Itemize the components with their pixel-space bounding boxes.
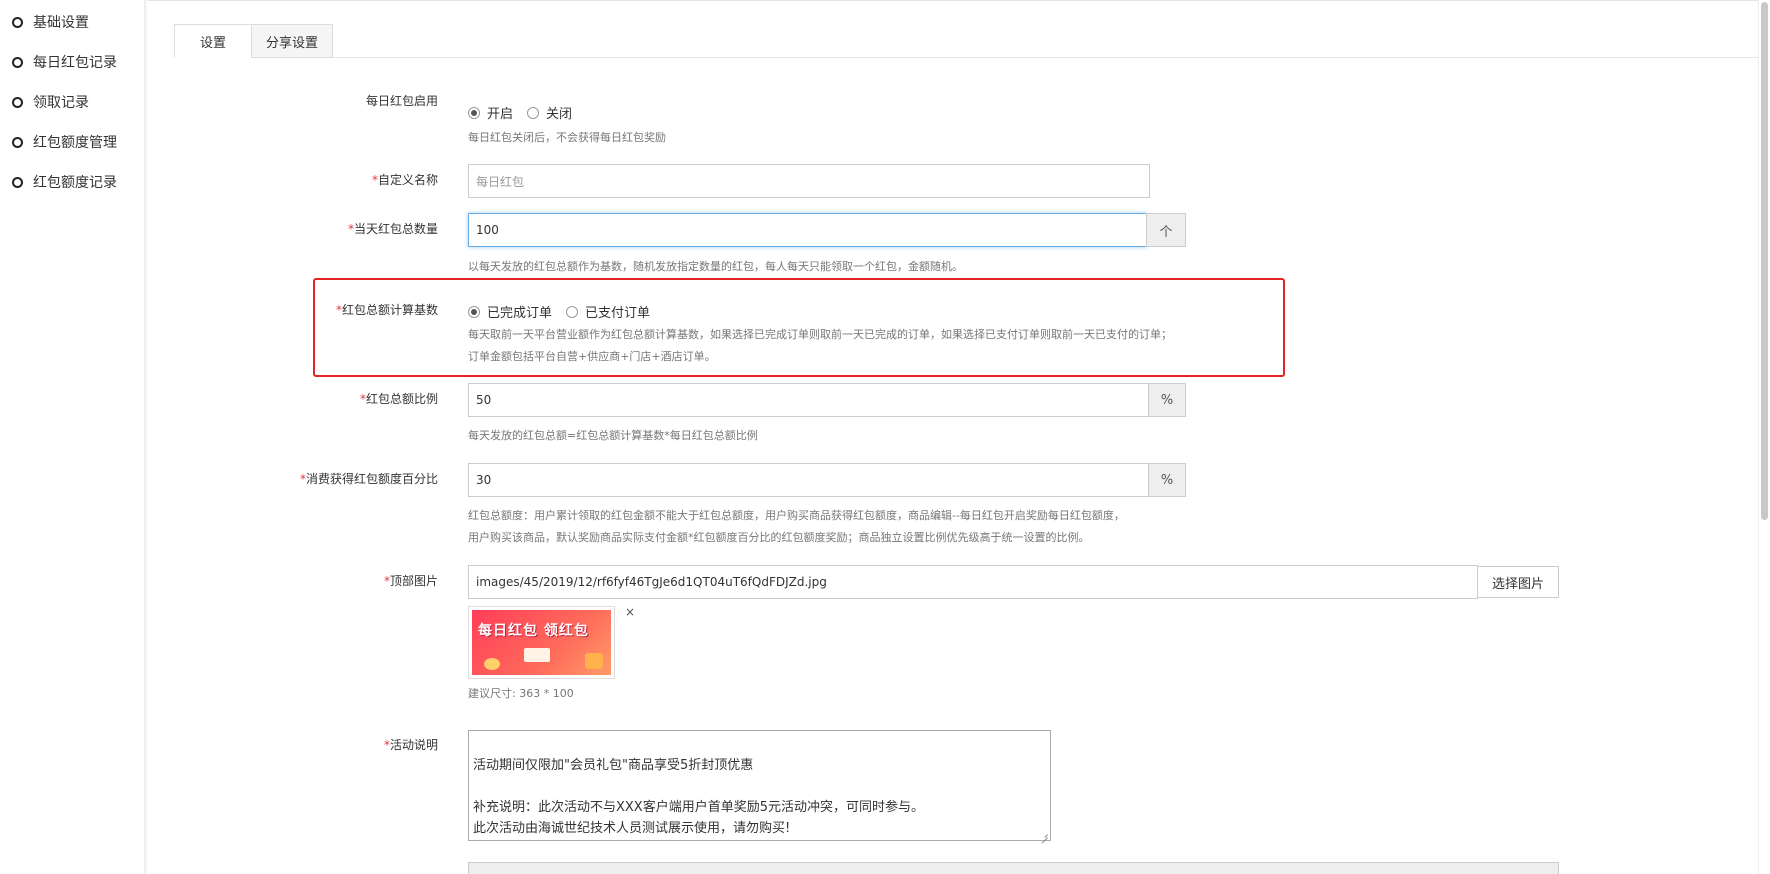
thumbnail-card-graphic: [524, 648, 550, 662]
description-text: 活动期间仅限加"会员礼包"商品享受5折封顶优惠 补充说明：此次活动不与XXX客户…: [473, 758, 924, 836]
circle-icon: [12, 136, 23, 148]
consume-percent-unit: %: [1148, 463, 1186, 497]
radio-disable[interactable]: [527, 106, 540, 119]
resize-grip-icon[interactable]: [1039, 829, 1049, 839]
calc-base-radio-group: 已完成订单 已支付订单: [468, 302, 664, 321]
total-count-input[interactable]: 100: [468, 213, 1147, 247]
daily-enable-label: 每日红包启用: [365, 94, 438, 108]
sidebar-item-quota-records[interactable]: 红包额度记录: [12, 171, 117, 193]
ratio-label: *红包总额比例: [359, 392, 438, 406]
thumbnail-gift-graphic: [585, 653, 603, 669]
consume-percent-label: *消费获得红包额度百分比: [299, 472, 438, 486]
consume-percent-hint-line1: 红包总额度：用户累计领取的红包金额不能大于红包总额度，用户购买商品获得红包额度，…: [468, 509, 1125, 522]
calc-base-hint-line1: 每天取前一天平台营业额作为红包总额计算基数，如果选择已完成订单则取前一天已完成的…: [468, 328, 1172, 341]
top-image-thumbnail[interactable]: 每日红包 领红包: [468, 606, 615, 679]
remove-image-close-icon[interactable]: ×: [625, 605, 635, 619]
sidebar-item-basic-settings[interactable]: 基础设置: [12, 11, 89, 33]
choose-image-button[interactable]: 选择图片: [1477, 566, 1559, 598]
scrollbar-thumb[interactable]: [1761, 2, 1768, 520]
circle-icon: [12, 56, 23, 68]
total-count-label: *当天红包总数量: [347, 222, 438, 236]
radio-completed-orders[interactable]: [468, 305, 480, 318]
circle-icon: [12, 96, 23, 108]
description-textarea[interactable]: 活动期间仅限加"会员礼包"商品享受5折封顶优惠 补充说明：此次活动不与XXX客户…: [468, 730, 1051, 841]
sidebar-item-claim-records[interactable]: 领取记录: [12, 91, 89, 113]
daily-enable-hint: 每日红包关闭后，不会获得每日红包奖励: [468, 131, 666, 144]
sidebar-item-quota-management[interactable]: 红包额度管理: [12, 131, 117, 153]
tab-share-settings[interactable]: 分享设置: [251, 24, 333, 58]
sidebar-item-label: 每日红包记录: [33, 55, 117, 71]
total-count-unit: 个: [1146, 213, 1186, 247]
top-image-label: *顶部图片: [383, 574, 438, 588]
ratio-input[interactable]: 50: [468, 383, 1149, 417]
sidebar-item-label: 基础设置: [33, 15, 89, 31]
ratio-unit: %: [1148, 383, 1186, 417]
consume-percent-hint-line2: 用户购买该商品，默认奖励商品实际支付金额*红包额度百分比的红包额度奖励；商品独立…: [468, 531, 1090, 544]
radio-paid-orders-label: 已支付订单: [585, 306, 651, 321]
radio-disable-label: 关闭: [546, 107, 573, 122]
ratio-hint: 每天发放的红包总额=红包总额计算基数*每日红包总额比例: [468, 429, 758, 442]
radio-completed-orders-label: 已完成订单: [487, 306, 553, 321]
sidebar: 基础设置 每日红包记录 领取记录 红包额度管理 红包额度记录: [0, 0, 145, 874]
radio-paid-orders[interactable]: [566, 305, 579, 318]
thumbnail-coin-graphic: [484, 658, 500, 670]
top-image-size-hint: 建议尺寸: 363 * 100: [468, 687, 574, 700]
thumbnail-image: 每日红包 领红包: [472, 610, 611, 675]
tab-bar: 设置 分享设置: [174, 24, 1759, 58]
next-row-partial: [468, 862, 1559, 874]
sidebar-item-daily-records[interactable]: 每日红包记录: [12, 51, 117, 73]
radio-enable[interactable]: [468, 106, 480, 119]
custom-name-label: *自定义名称: [371, 173, 438, 187]
sidebar-item-label: 领取记录: [33, 95, 89, 111]
radio-enable-label: 开启: [487, 107, 514, 122]
thumbnail-banner-text: 每日红包 领红包: [478, 623, 589, 639]
calc-base-label: *红包总额计算基数: [335, 303, 438, 317]
calc-base-hint-line2: 订单金额包括平台自营+供应商+门店+酒店订单。: [468, 350, 716, 363]
top-image-path-input[interactable]: images/45/2019/12/rf6fyf46TgJe6d1QT04uT6…: [468, 565, 1478, 599]
daily-enable-radio-group: 开启 关闭: [468, 103, 586, 122]
sidebar-item-label: 红包额度记录: [33, 175, 117, 191]
total-count-hint: 以每天发放的红包总额作为基数，随机发放指定数量的红包，每人每天只能领取一个红包，…: [468, 260, 963, 273]
circle-icon: [12, 16, 23, 28]
circle-icon: [12, 176, 23, 188]
sidebar-item-label: 红包额度管理: [33, 135, 117, 151]
custom-name-input[interactable]: 每日红包: [468, 164, 1150, 198]
consume-percent-input[interactable]: 30: [468, 463, 1149, 497]
description-label: *活动说明: [383, 738, 438, 752]
tab-settings[interactable]: 设置: [174, 24, 252, 58]
